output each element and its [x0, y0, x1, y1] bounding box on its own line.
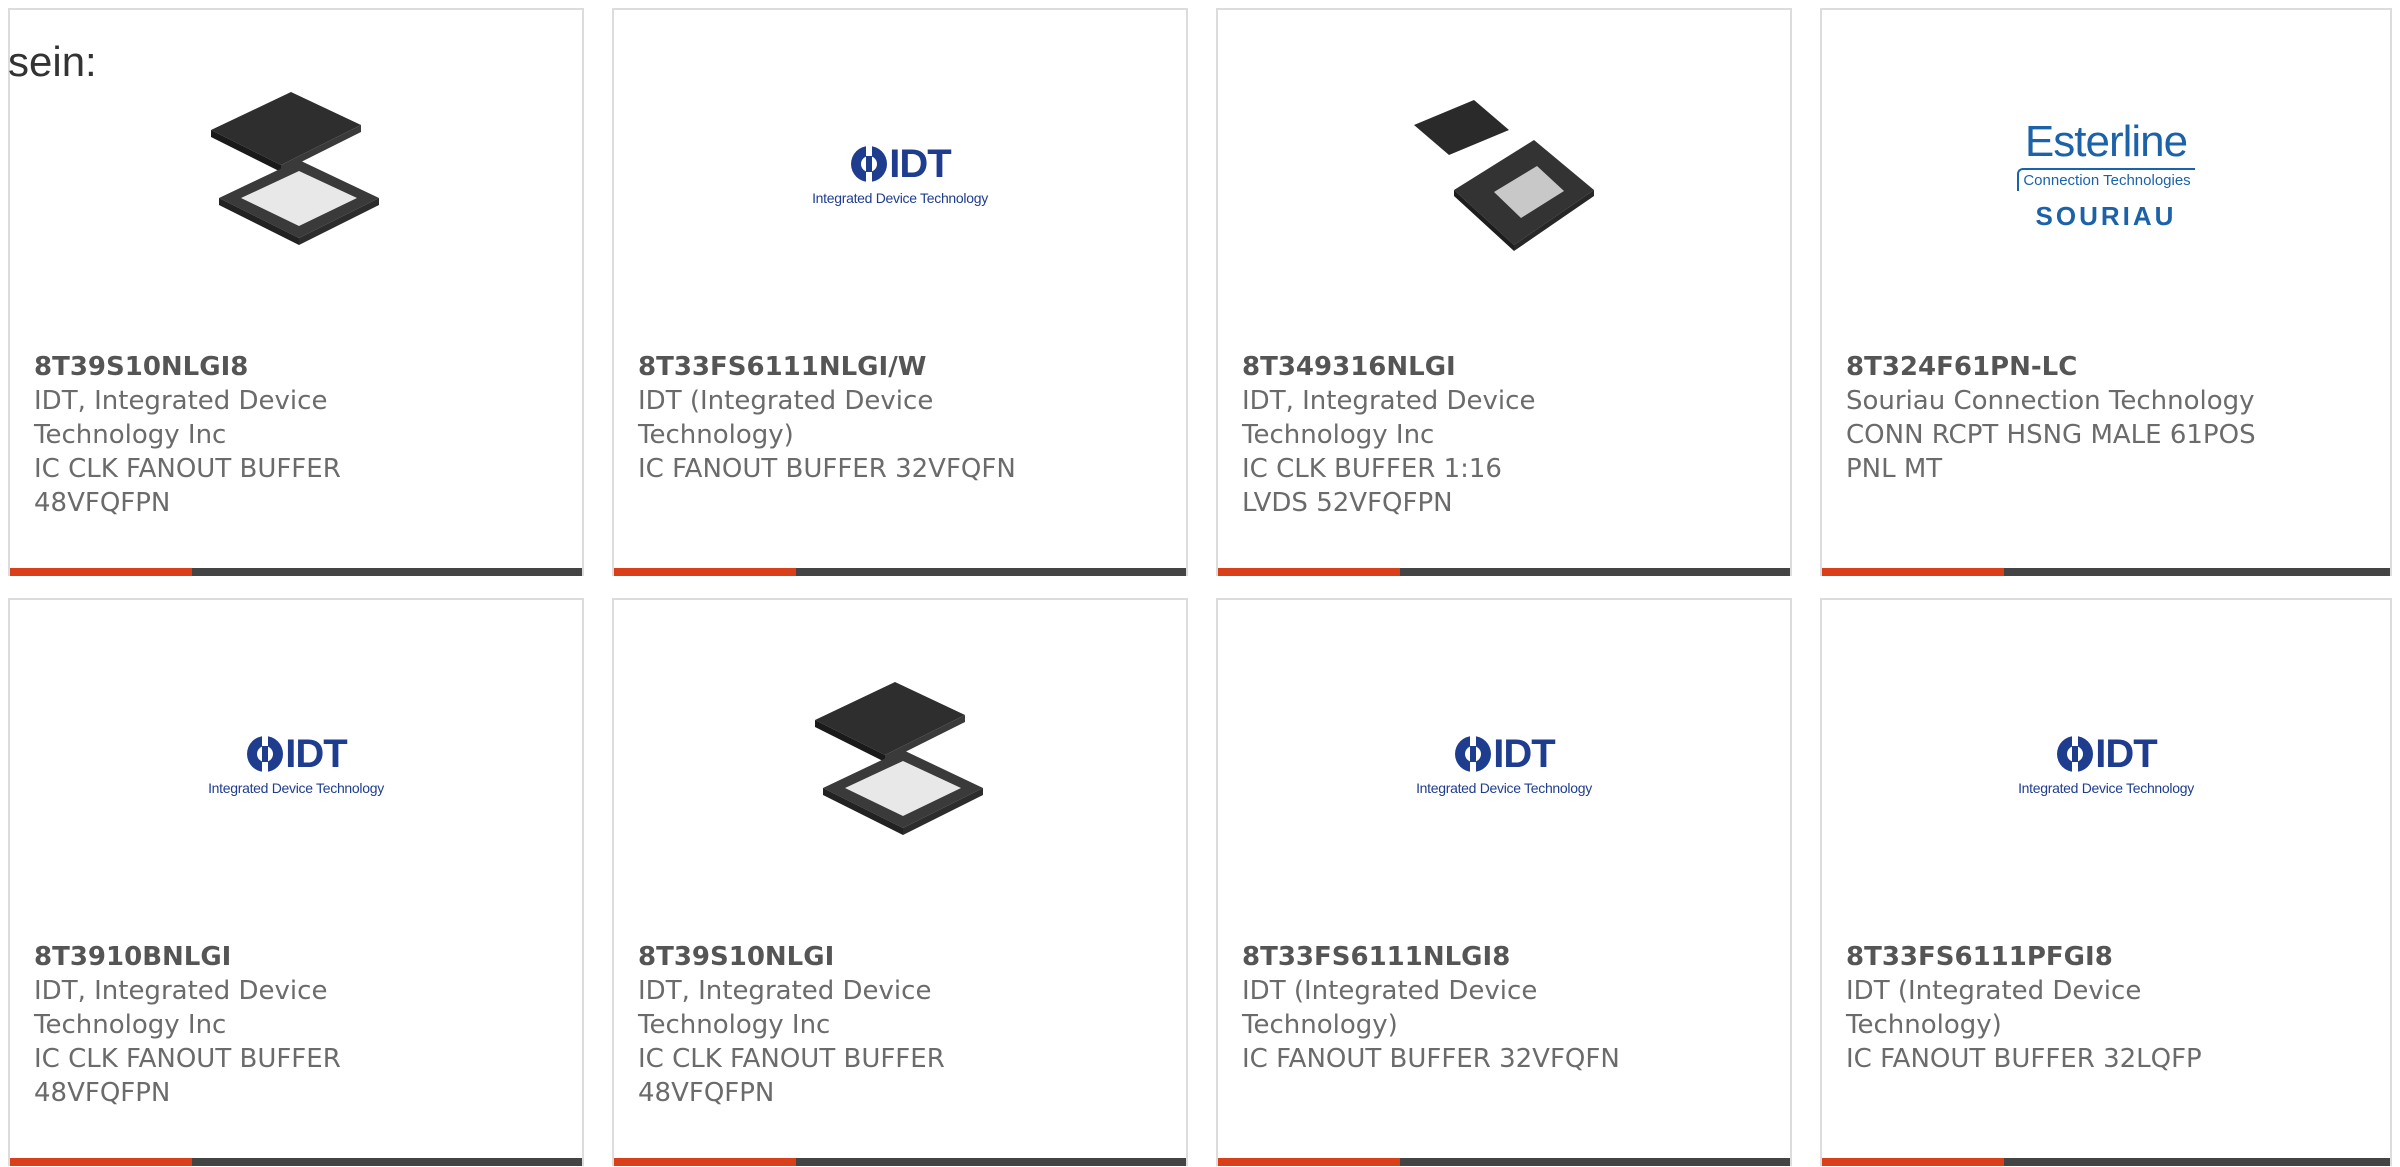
description: IC CLK FANOUT BUFFER 48VFQFPN	[34, 454, 341, 518]
product-info: 8T3910BNLGI IDT, Integrated Device Techn…	[34, 940, 554, 1110]
qfn-chip-icon	[211, 92, 379, 245]
product-image[interactable]	[10, 70, 582, 280]
description: IC FANOUT BUFFER 32LQFP	[1846, 1044, 2202, 1074]
product-image[interactable]: IDT Integrated Device Technology	[614, 70, 1186, 280]
product-image[interactable]: IDT Integrated Device Technology	[1218, 660, 1790, 870]
manufacturer: IDT, Integrated Device Technology Inc	[34, 976, 328, 1040]
idt-logo: IDT Integrated Device Technology	[1394, 734, 1614, 796]
product-image[interactable]	[1218, 70, 1790, 280]
manufacturer: IDT (Integrated Device Technology)	[1846, 976, 2142, 1040]
part-number-link[interactable]: 8T39S10NLGI8	[34, 350, 554, 384]
heading-fragment: sein:	[8, 38, 97, 85]
idt-logo: IDT Integrated Device Technology	[790, 144, 1010, 206]
idt-logo: IDT Integrated Device Technology	[1996, 734, 2216, 796]
product-card[interactable]: IDT Integrated Device Technology 8T33FS6…	[1820, 598, 2392, 1166]
product-image[interactable]: IDT Integrated Device Technology	[1822, 660, 2390, 870]
idt-subtitle: Integrated Device Technology	[812, 190, 988, 206]
idt-mark-icon	[247, 736, 284, 772]
idt-mark-icon	[851, 146, 888, 182]
description: CONN RCPT HSNG MALE 61POS PNL MT	[1846, 420, 2256, 484]
idt-mark-icon	[1455, 736, 1492, 772]
part-number-link[interactable]: 8T33FS6111NLGI/W	[638, 350, 1158, 384]
card-footer-accent	[614, 568, 796, 576]
card-footer-accent	[1822, 1158, 2004, 1166]
qfn-chip-icon	[815, 682, 983, 835]
manufacturer: IDT, Integrated Device Technology Inc	[34, 386, 328, 450]
manufacturer: IDT, Integrated Device Technology Inc	[638, 976, 932, 1040]
card-footer-accent	[1218, 1158, 1400, 1166]
idt-subtitle: Integrated Device Technology	[1416, 780, 1592, 796]
part-number-link[interactable]: 8T3910BNLGI	[34, 940, 554, 974]
card-footer-accent	[614, 1158, 796, 1166]
card-footer-accent	[10, 1158, 192, 1166]
idt-subtitle: Integrated Device Technology	[208, 780, 384, 796]
idt-logo: IDT Integrated Device Technology	[186, 734, 406, 796]
manufacturer: Souriau Connection Technology	[1846, 386, 2255, 416]
idt-subtitle: Integrated Device Technology	[2018, 780, 2194, 796]
souriau-wordmark: SOURIAU	[2035, 201, 2177, 231]
idt-wordmark: IDT	[889, 142, 951, 186]
product-info: 8T33FS6111NLGI8 IDT (Integrated Device T…	[1242, 940, 1762, 1076]
product-card[interactable]: Esterline Connection Technologies SOURIA…	[1820, 8, 2392, 576]
product-card[interactable]: IDT Integrated Device Technology 8T33FS6…	[1216, 598, 1792, 1166]
manufacturer: IDT (Integrated Device Technology)	[1242, 976, 1538, 1040]
product-info: 8T39S10NLGI IDT, Integrated Device Techn…	[638, 940, 1158, 1110]
idt-mark-icon	[2057, 736, 2094, 772]
part-number-link[interactable]: 8T33FS6111PFGI8	[1846, 940, 2366, 974]
idt-wordmark: IDT	[2095, 732, 2157, 776]
product-image[interactable]: IDT Integrated Device Technology	[10, 660, 582, 870]
description: IC CLK FANOUT BUFFER 48VFQFPN	[638, 1044, 945, 1108]
product-info: 8T33FS6111PFGI8 IDT (Integrated Device T…	[1846, 940, 2366, 1076]
description: IC FANOUT BUFFER 32VFQFN	[638, 454, 1016, 484]
card-footer-accent	[10, 568, 192, 576]
card-footer-accent	[1218, 568, 1400, 576]
product-info: 8T324F61PN-LC Souriau Connection Technol…	[1846, 350, 2366, 486]
product-info: 8T33FS6111NLGI/W IDT (Integrated Device …	[638, 350, 1158, 486]
idt-wordmark: IDT	[1493, 732, 1555, 776]
description: IC CLK FANOUT BUFFER 48VFQFPN	[34, 1044, 341, 1108]
product-card[interactable]: 8T349316NLGI IDT, Integrated Device Tech…	[1216, 8, 1792, 576]
esterline-wordmark: Esterline	[2024, 117, 2188, 166]
part-number-link[interactable]: 8T39S10NLGI	[638, 940, 1158, 974]
product-image[interactable]	[614, 660, 1186, 870]
product-info: 8T349316NLGI IDT, Integrated Device Tech…	[1242, 350, 1762, 520]
card-footer-accent	[1822, 568, 2004, 576]
manufacturer: IDT, Integrated Device Technology Inc	[1242, 386, 1536, 450]
idt-wordmark: IDT	[285, 732, 347, 776]
manufacturer: IDT (Integrated Device Technology)	[638, 386, 934, 450]
qfn-chip-icon	[1414, 100, 1594, 251]
description: IC FANOUT BUFFER 32VFQFN	[1242, 1044, 1620, 1074]
product-card[interactable]: 8T39S10NLGI IDT, Integrated Device Techn…	[612, 598, 1188, 1166]
esterline-souriau-logo: Esterline Connection Technologies SOURIA…	[1996, 118, 2216, 232]
part-number-link[interactable]: 8T349316NLGI	[1242, 350, 1762, 384]
product-card[interactable]: IDT Integrated Device Technology 8T33FS6…	[612, 8, 1188, 576]
product-card[interactable]: IDT Integrated Device Technology 8T3910B…	[8, 598, 584, 1166]
esterline-subtitle: Connection Technologies	[2017, 168, 2195, 191]
part-number-link[interactable]: 8T324F61PN-LC	[1846, 350, 2366, 384]
product-card[interactable]: 8T39S10NLGI8 IDT, Integrated Device Tech…	[8, 8, 584, 576]
product-image[interactable]: Esterline Connection Technologies SOURIA…	[1822, 70, 2390, 280]
product-info: 8T39S10NLGI8 IDT, Integrated Device Tech…	[34, 350, 554, 520]
part-number-link[interactable]: 8T33FS6111NLGI8	[1242, 940, 1762, 974]
description: IC CLK BUFFER 1:16 LVDS 52VFQFPN	[1242, 454, 1502, 518]
